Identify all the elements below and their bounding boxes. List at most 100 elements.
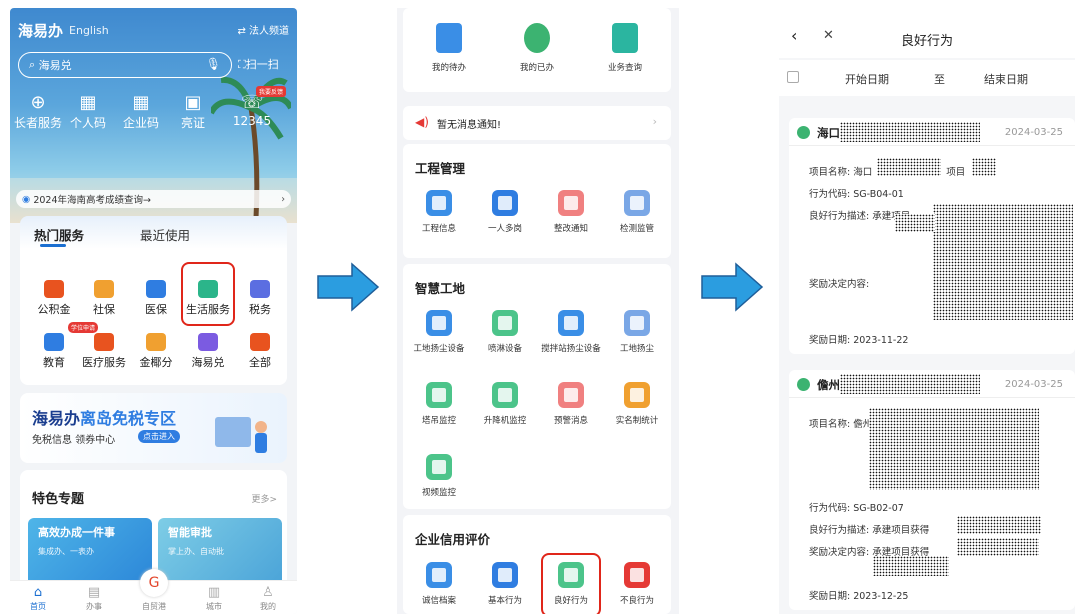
quick-hotline[interactable]: ☏ 12345 <box>224 92 280 128</box>
service-item[interactable]: 生活服务 <box>182 280 234 317</box>
module-label: 塔吊监控 <box>421 416 456 426</box>
module-item[interactable]: 检测监管 <box>605 190 669 234</box>
microphone-icon[interactable]: 🎙 <box>206 57 221 71</box>
message-text: 暂无消息通知! <box>437 120 502 131</box>
page-title: 良好行为 <box>900 34 953 49</box>
life-service-icon <box>198 280 218 298</box>
message-bar[interactable]: ◀) 暂无消息通知! › <box>403 106 671 140</box>
legal-channel-link[interactable]: ⇄ 法人频道 <box>237 22 289 37</box>
quick-show-license[interactable]: ▣ 亮证 <box>165 92 221 131</box>
module-item[interactable]: 喷淋设备 <box>473 310 537 354</box>
service-label: 公积金 <box>37 303 71 316</box>
end-date-field[interactable]: 结束日期 <box>984 71 1028 87</box>
feature-card-efficient[interactable]: 高效办成一件事 集成办、一表办 <box>28 518 152 588</box>
module-item[interactable]: 基本行为 <box>473 562 537 606</box>
module-item[interactable]: 实名制统计 <box>605 382 669 426</box>
tax-icon <box>250 280 270 298</box>
thumbs-up-icon <box>797 126 810 139</box>
calendar-icon[interactable] <box>787 71 799 83</box>
service-item[interactable]: 教育 <box>28 333 80 370</box>
module-item[interactable]: 一人多岗 <box>473 190 537 234</box>
warning-icon <box>558 382 584 408</box>
redacted-block <box>877 158 941 176</box>
home-icon: ⌂ <box>33 585 43 600</box>
tab-recent[interactable]: 最近使用 <box>140 225 190 244</box>
thumbs-up-icon <box>558 562 584 588</box>
quick-enterprise-code[interactable]: ▦ 企业码 <box>113 92 169 131</box>
record-card[interactable]: 儋州 2024-03-25 项目名称: 儋州 行为代码: SG-B02-07 良… <box>789 370 1075 610</box>
service-item[interactable]: 社保 <box>78 280 130 317</box>
notice-bar[interactable]: ◉ 2024年海南高考成绩查询→ › <box>16 190 291 208</box>
record-card[interactable]: 海口 2024-03-25 项目名称: 海口 项目 行为代码: SG-B04-01… <box>789 118 1075 354</box>
bottom-navigation: ⌂ 首页 ▤ 办事 自贸港 G ▥ 城市 ♙ 我的 <box>10 569 297 614</box>
nav-ftp[interactable]: 自贸港 <box>134 601 174 612</box>
feature-title: 特色专题 <box>32 492 85 507</box>
service-label: 医保 <box>145 303 167 316</box>
module-item[interactable]: 搅拌站扬尘设备 <box>539 310 603 354</box>
service-item[interactable]: 全部 <box>234 333 286 370</box>
feature-card-smart-approval[interactable]: 智能审批 掌上办、自动批 <box>158 518 282 588</box>
redacted-block <box>840 122 980 142</box>
language-link[interactable]: English <box>69 24 109 37</box>
section-title: 企业信用评价 <box>415 532 491 547</box>
service-item[interactable]: 公积金 <box>28 280 80 317</box>
behavior-code: 行为代码: SG-B02-07 <box>809 503 904 514</box>
service-item[interactable]: 税务 <box>234 280 286 317</box>
module-item[interactable]: 工程信息 <box>407 190 471 234</box>
my-todo-button[interactable]: 我的待办 <box>419 23 479 73</box>
nav-home[interactable]: ⌂ 首页 <box>18 585 58 612</box>
module-item[interactable]: 预警消息 <box>539 382 603 426</box>
module-label: 不良行为 <box>619 596 654 606</box>
business-query-button[interactable]: 业务查询 <box>595 23 655 73</box>
module-item[interactable]: 诚信档案 <box>407 562 471 606</box>
fund-icon <box>44 280 64 298</box>
module-label: 工程信息 <box>421 224 456 234</box>
tab-indicator <box>40 244 66 247</box>
user-add-icon <box>492 190 518 216</box>
record-place: 海口 <box>817 126 840 140</box>
redacted-block <box>873 556 949 576</box>
module-label: 实名制统计 <box>615 416 659 426</box>
module-label: 搅拌站扬尘设备 <box>541 344 601 354</box>
nav-city[interactable]: ▥ 城市 <box>194 585 234 612</box>
scan-button[interactable]: ⛶扫一扫 <box>238 56 279 72</box>
all-apps-icon <box>250 333 270 351</box>
ftp-logo-icon[interactable]: G <box>140 569 168 597</box>
feedback-badge[interactable]: 我要反馈 <box>256 86 287 97</box>
nav-mine[interactable]: ♙ 我的 <box>248 585 288 612</box>
service-item[interactable]: 金椰分 <box>130 333 182 370</box>
enter-button[interactable]: 点击进入 <box>138 430 180 443</box>
module-item[interactable]: 良好行为 <box>539 562 603 606</box>
module-item[interactable]: 视频监控 <box>407 454 471 498</box>
redacted-block <box>957 538 1039 556</box>
start-date-field[interactable]: 开始日期 <box>845 71 889 87</box>
nav-services[interactable]: ▤ 办事 <box>74 585 114 612</box>
pencil-icon <box>426 190 452 216</box>
module-label: 良好行为 <box>553 596 588 606</box>
date-separator: 至 <box>934 73 945 86</box>
module-item[interactable]: 整改通知 <box>539 190 603 234</box>
search-input[interactable]: ⌕ 海易兑 🎙 <box>18 52 232 78</box>
module-item[interactable]: 工地扬尘 <box>605 310 669 354</box>
tab-hot-services[interactable]: 热门服务 <box>34 225 84 244</box>
query-icon <box>612 23 638 53</box>
elevator-icon <box>492 382 518 408</box>
quick-elder-service[interactable]: ⊕ 长者服务 <box>10 92 66 131</box>
service-item[interactable]: 医保 <box>130 280 182 317</box>
service-item[interactable]: 医疗服务 <box>78 333 130 370</box>
more-link[interactable]: 更多> <box>251 492 277 505</box>
service-tabs: 热门服务 最近使用 <box>20 216 287 249</box>
module-item[interactable]: 工地扬尘设备 <box>407 310 471 354</box>
module-item[interactable]: 塔吊监控 <box>407 382 471 426</box>
module-label: 喷淋设备 <box>487 344 522 354</box>
quick-personal-code[interactable]: ▦ 个人码 <box>60 92 116 131</box>
duty-free-banner[interactable]: 海易办离岛免税专区 免税信息 领券中心 点击进入 <box>20 393 287 463</box>
module-label: 一人多岗 <box>487 224 522 234</box>
redacted-block <box>869 408 1039 490</box>
module-item[interactable]: 升降机监控 <box>473 382 537 426</box>
redacted-block <box>972 158 996 176</box>
medical-insurance-icon <box>146 280 166 298</box>
service-item[interactable]: 海易兑 <box>182 333 234 370</box>
my-done-button[interactable]: 我的已办 <box>507 23 567 73</box>
module-item[interactable]: 不良行为 <box>605 562 669 606</box>
